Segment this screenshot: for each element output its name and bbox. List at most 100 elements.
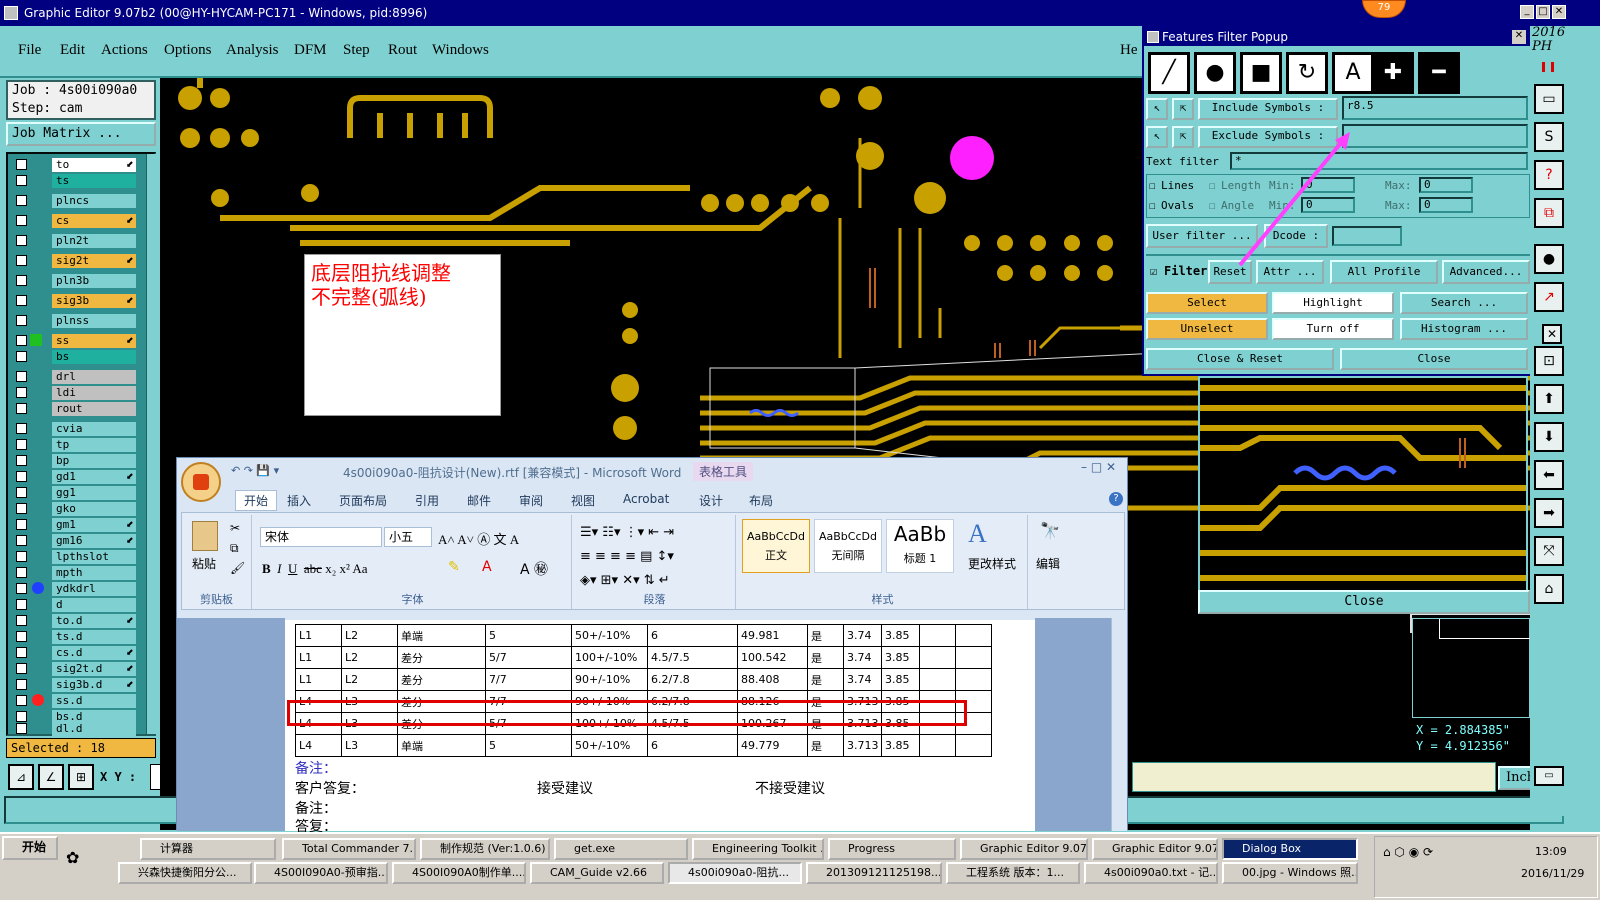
table-cell[interactable] xyxy=(955,734,992,757)
table-cell[interactable]: L2 xyxy=(341,624,398,647)
taskbar-button[interactable]: 4S00I090A0制作单.... xyxy=(392,862,526,884)
layer-name[interactable]: ss.d xyxy=(52,694,136,708)
exclude-symbols-input[interactable] xyxy=(1342,124,1528,148)
close-reset-button[interactable]: Close & Reset xyxy=(1146,348,1334,370)
taskbar-button[interactable]: Graphic Editor 9.07... xyxy=(960,838,1088,860)
layer-name[interactable]: sig2t.d xyxy=(52,662,136,676)
pan-down-icon[interactable]: ⬇ xyxy=(1534,422,1564,452)
pause-icon[interactable] xyxy=(1542,62,1554,72)
taskbar-button[interactable]: 计算器 xyxy=(140,838,276,860)
window-icon[interactable]: ▭ xyxy=(1534,84,1564,114)
layer-row[interactable]: rout xyxy=(16,402,136,416)
angle-checkbox[interactable]: ☐ xyxy=(1209,199,1216,212)
snap-icon[interactable]: S xyxy=(1534,122,1564,152)
panel-close-icon[interactable]: ✕ xyxy=(1542,324,1562,344)
layer-name[interactable]: ss xyxy=(52,334,136,348)
highlight-color-icon[interactable]: ✎ xyxy=(448,559,460,575)
layer-row[interactable]: sig2t.d ⬋ xyxy=(16,662,136,676)
layer-checkbox[interactable] xyxy=(16,711,27,722)
layer-edit-icon[interactable]: ⬋ xyxy=(126,214,134,228)
line-shape-icon[interactable]: ╱ xyxy=(1148,52,1190,94)
menu-windows[interactable]: Windows xyxy=(432,42,489,59)
ribbon-tab[interactable]: 布局 xyxy=(749,492,773,509)
layer-name[interactable]: rout xyxy=(52,402,136,416)
layer-edit-icon[interactable]: ⬋ xyxy=(126,158,134,172)
menu-step[interactable]: Step xyxy=(343,42,370,59)
layer-name[interactable]: cs xyxy=(52,214,136,228)
maximize-icon[interactable]: □ xyxy=(1536,5,1550,19)
table-cell[interactable]: L2 xyxy=(341,646,398,669)
table-cell[interactable]: 差分 xyxy=(397,646,486,669)
list-icons[interactable]: ☰▾ ☷▾ ⋮▾ ⇤ ⇥ xyxy=(580,525,674,540)
table-cell[interactable]: 3.713 xyxy=(843,734,882,757)
layer-edit-icon[interactable]: ⬋ xyxy=(126,294,134,308)
ribbon-tab[interactable]: Acrobat xyxy=(623,492,669,506)
layer-checkbox[interactable] xyxy=(16,255,27,266)
layer-row[interactable]: gd1 ⬋ xyxy=(16,470,136,484)
layer-row[interactable]: bp xyxy=(16,454,136,468)
start-button[interactable]: 开始 xyxy=(2,836,58,860)
style-tile[interactable]: AaBb 标题 1 xyxy=(886,519,954,573)
layer-name[interactable]: sig2t xyxy=(52,254,136,268)
font-name-select[interactable]: 宋体 xyxy=(260,527,382,547)
include-pick-icon[interactable]: ↖ xyxy=(1146,98,1168,120)
table-cell[interactable] xyxy=(919,668,956,691)
layer-name[interactable]: d xyxy=(52,598,136,612)
layer-name[interactable]: cvia xyxy=(52,422,136,436)
ovals-checkbox[interactable]: ☐ xyxy=(1149,199,1156,212)
layer-name[interactable]: pln3b xyxy=(52,274,136,288)
ribbon-tab[interactable]: 视图 xyxy=(571,492,595,509)
change-styles-icon[interactable]: A xyxy=(968,519,987,549)
ribbon-tab[interactable]: 引用 xyxy=(415,492,439,509)
lines-checkbox[interactable]: ☐ xyxy=(1149,179,1156,192)
layers-icon[interactable]: ⧉ xyxy=(1534,198,1564,228)
job-matrix-button[interactable]: Job Matrix ... xyxy=(6,122,156,146)
layer-checkbox[interactable] xyxy=(16,551,27,562)
ribbon-tab[interactable]: 审阅 xyxy=(519,492,543,509)
border-icons[interactable]: ◈▾ ⊞▾ ✕▾ ⇅ ↵ xyxy=(580,573,670,588)
turn-off-button[interactable]: Turn off xyxy=(1272,318,1394,340)
layer-name[interactable]: gd1 xyxy=(52,470,136,484)
taskbar-button[interactable]: Graphic Editor 9.07... xyxy=(1092,838,1218,860)
command-input[interactable] xyxy=(1132,762,1496,792)
layer-row[interactable]: cs ⬋ xyxy=(16,214,136,228)
layer-name[interactable]: mpth xyxy=(52,566,136,580)
char-shading-icon[interactable]: A ㊙ xyxy=(520,559,548,579)
table-cell[interactable]: 是 xyxy=(807,646,844,669)
quick-access-icons[interactable]: ↶ ↷ 💾 ▾ xyxy=(231,464,279,477)
layer-row[interactable]: ldi xyxy=(16,386,136,400)
menu-edit[interactable]: Edit xyxy=(60,42,85,59)
pan-right-icon[interactable]: ➡ xyxy=(1534,498,1564,528)
fit-icon[interactable]: ⤧ xyxy=(1534,536,1564,566)
unselect-button[interactable]: Unselect xyxy=(1146,318,1268,340)
quicklaunch-icon[interactable]: ✿ xyxy=(66,848,79,867)
pad-shape-icon[interactable]: ● xyxy=(1194,52,1236,94)
layer-row[interactable]: mpth xyxy=(16,566,136,580)
taskbar-button[interactable]: CAM_Guide v2.66 xyxy=(530,862,664,884)
filter-checkbox[interactable]: ☑ xyxy=(1150,264,1157,278)
exclude-pick-icon[interactable]: ↖ xyxy=(1146,126,1168,148)
layer-row[interactable]: gm16 ⬋ xyxy=(16,534,136,548)
layer-row[interactable]: bs xyxy=(16,350,136,364)
table-cell[interactable]: 单端 xyxy=(397,624,486,647)
layer-name[interactable]: dl.d xyxy=(52,722,136,736)
menu-actions[interactable]: Actions xyxy=(101,42,148,59)
font-color-icon[interactable]: A xyxy=(482,559,492,575)
ribbon-tab[interactable]: 开始 xyxy=(235,490,278,511)
highlight-button[interactable]: Highlight xyxy=(1272,292,1394,314)
pad-icon[interactable]: ● xyxy=(1534,244,1564,274)
menu-rout[interactable]: Rout xyxy=(388,42,417,59)
paste-icon[interactable] xyxy=(192,521,218,551)
layer-checkbox[interactable] xyxy=(16,631,27,642)
change-styles-label[interactable]: 更改样式 xyxy=(968,555,1016,572)
taskbar-button[interactable]: Dialog Box xyxy=(1222,838,1358,860)
table-cell[interactable]: 差分 xyxy=(397,668,486,691)
layer-row[interactable]: cs.d ⬋ xyxy=(16,646,136,660)
layer-row[interactable]: gm1 ⬋ xyxy=(16,518,136,532)
table-cell[interactable] xyxy=(919,734,956,757)
layer-row[interactable]: plncs xyxy=(16,194,136,208)
taskbar-button[interactable]: 4S00I090A0-预审指... xyxy=(254,862,388,884)
layer-checkbox[interactable] xyxy=(16,315,27,326)
grid-icon[interactable]: ⊞ xyxy=(68,764,94,790)
table-cell[interactable]: L2 xyxy=(341,668,398,691)
